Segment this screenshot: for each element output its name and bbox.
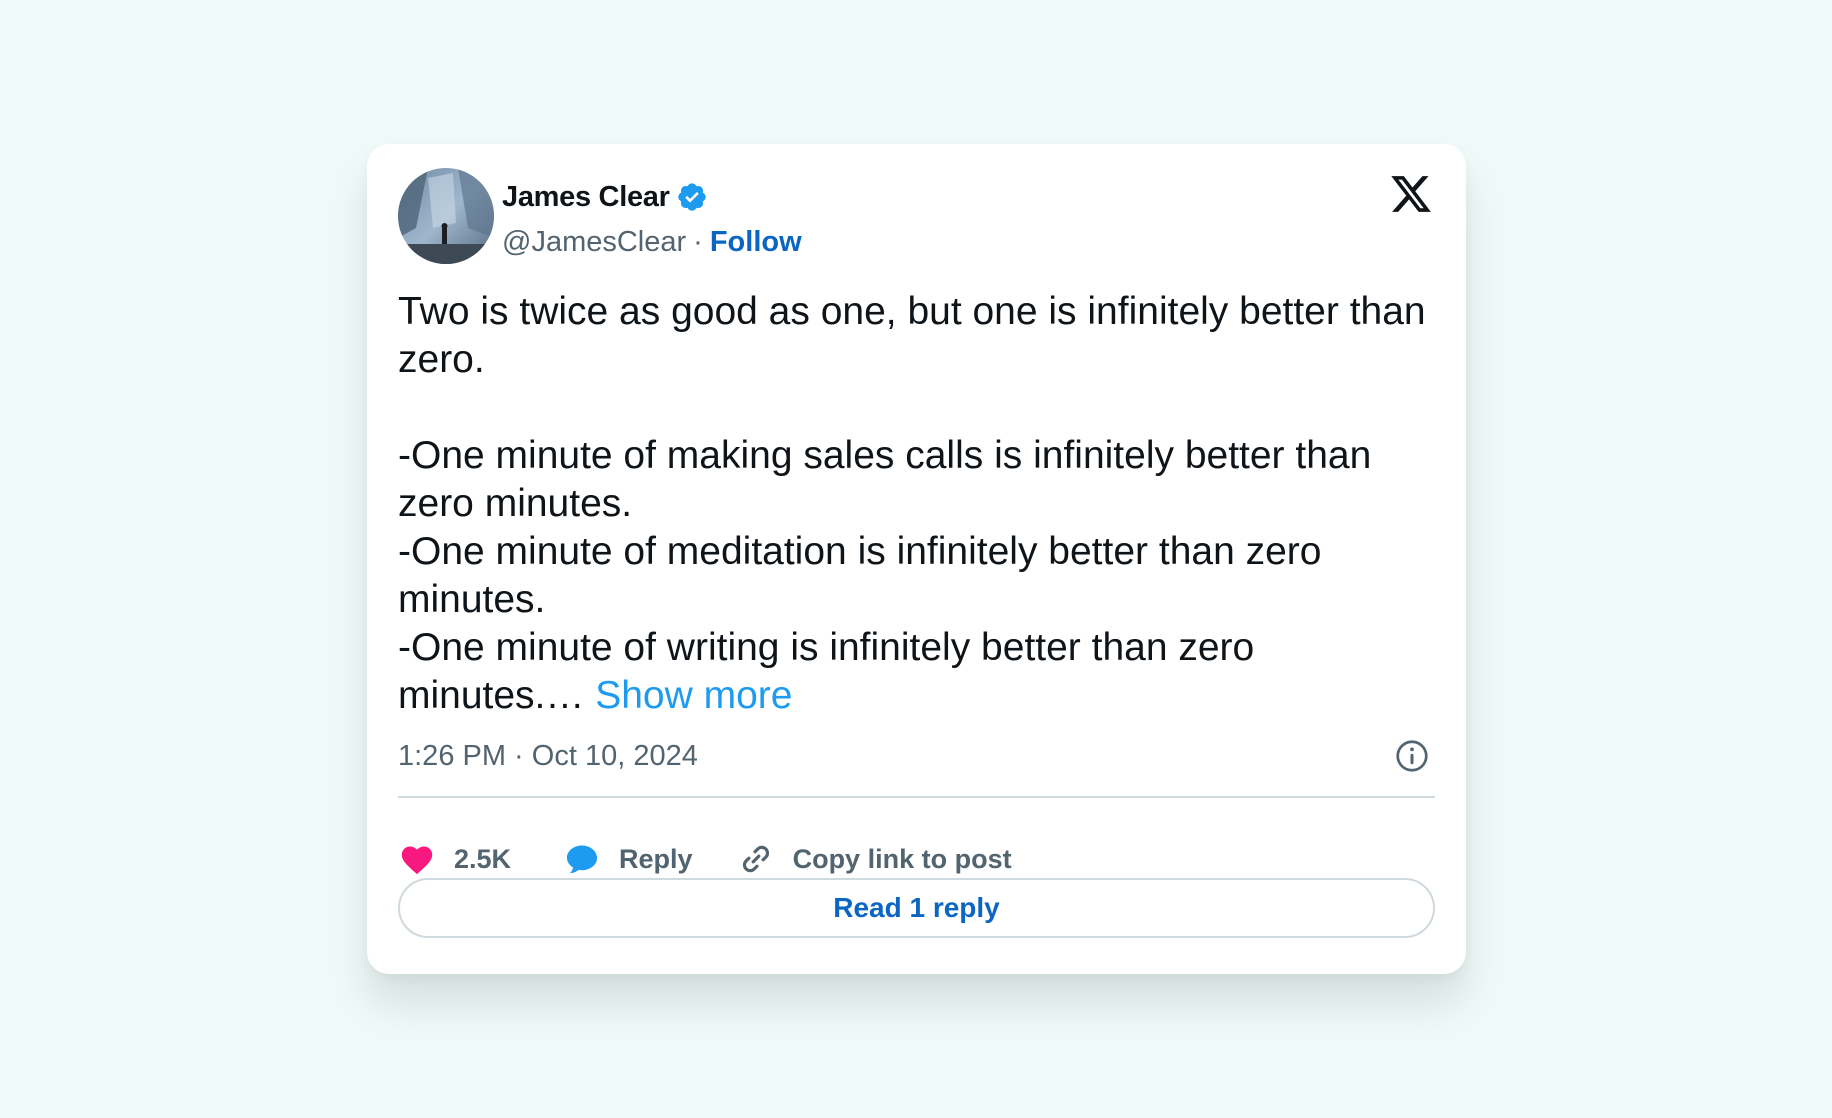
like-count: 2.5K <box>454 843 512 874</box>
separator-dot: · <box>693 225 703 258</box>
author-handle[interactable]: @JamesClear <box>502 226 686 259</box>
x-logo-icon[interactable] <box>1389 172 1433 216</box>
read-replies-button[interactable]: Read 1 reply <box>398 878 1435 938</box>
tweet-text: Two is twice as good as one, but one is … <box>398 288 1438 720</box>
info-icon[interactable] <box>1394 738 1430 774</box>
heart-icon <box>398 840 436 878</box>
tweet-timestamp[interactable]: 1:26 PM · Oct 10, 2024 <box>398 736 698 776</box>
reply-button[interactable]: Reply <box>563 840 693 878</box>
handle-row: @JamesClear · Follow <box>502 222 802 262</box>
copy-link-label: Copy link to post <box>792 843 1012 874</box>
like-button[interactable]: 2.5K <box>398 840 511 878</box>
action-bar: 2.5K Reply Copy link to post <box>398 834 1012 884</box>
show-more-link[interactable]: Show more <box>595 674 792 717</box>
reply-label: Reply <box>619 843 693 874</box>
author-row: James Clear <box>502 177 708 217</box>
author-name[interactable]: James Clear <box>502 181 670 214</box>
verified-badge-icon <box>676 181 708 213</box>
avatar[interactable] <box>398 168 494 264</box>
link-icon <box>737 840 775 878</box>
tweet-card: James Clear @JamesClear · Follow Two is … <box>367 144 1466 974</box>
speech-bubble-icon <box>563 840 601 878</box>
divider <box>398 796 1435 798</box>
copy-link-button[interactable]: Copy link to post <box>737 840 1012 878</box>
follow-button[interactable]: Follow <box>710 226 802 259</box>
tweet-body: Two is twice as good as one, but one is … <box>398 290 1426 717</box>
